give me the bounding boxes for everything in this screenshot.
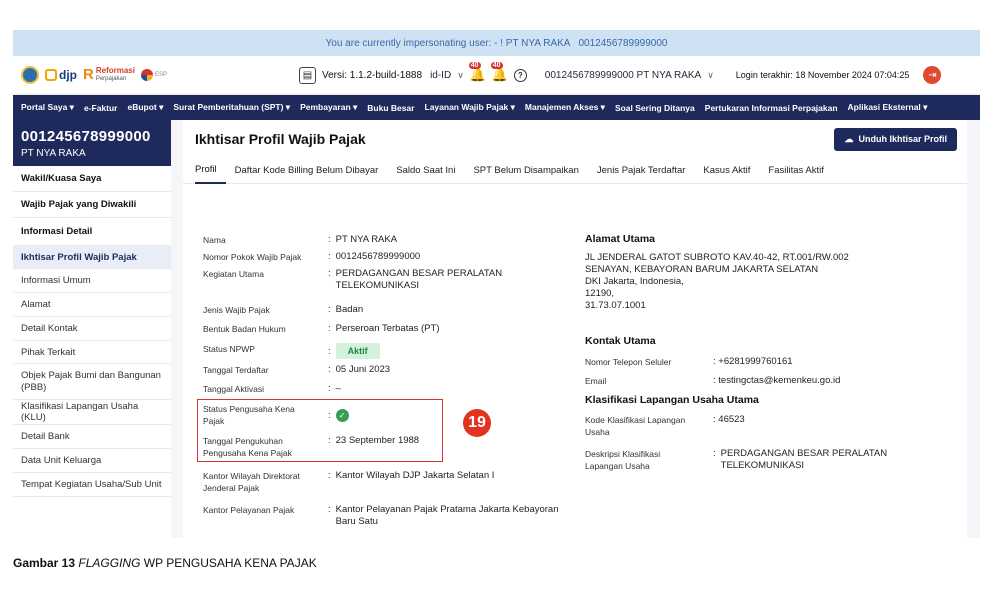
chevron-down-icon: ∨ <box>707 69 714 80</box>
field-klu-deskripsi: Deskripsi Klasifikasi Lapangan Usaha: PER… <box>585 448 888 471</box>
nav-buku-besar[interactable]: Buku Besar <box>367 103 414 113</box>
field-terdaftar: Tanggal Terdaftar:05 Juni 2023 <box>203 364 391 375</box>
field-klu-kode: Kode Klasifikasi Lapangan Usaha: 46523 <box>585 414 745 437</box>
help-icon[interactable]: ? <box>513 68 527 82</box>
impersonation-banner: You are currently impersonating user: - … <box>13 30 980 56</box>
status-badge: Aktif <box>335 343 380 359</box>
chevron-down-icon: ∨ <box>457 69 464 80</box>
notification-icon[interactable]: 🔔 40 <box>490 62 508 83</box>
nav-layanan[interactable]: Layanan Wajib Pajak ▾ <box>425 102 515 113</box>
annotation-number: 19 <box>463 409 491 437</box>
cloud-download-icon: ☁ <box>844 133 854 144</box>
logout-icon[interactable]: ⇥ <box>923 66 942 84</box>
main-nav: Portal Saya ▾ e-Faktur eBupot ▾ Surat Pe… <box>13 95 980 120</box>
page-title: Ikhtisar Profil Wajib Pajak <box>195 131 366 147</box>
tab-kode-billing[interactable]: Daftar Kode Billing Belum Dibayar <box>226 158 388 184</box>
logo-group: djp R Reformasi Perpajakan ESP <box>21 66 167 84</box>
tab-jenis-pajak[interactable]: Jenis Pajak Terdaftar <box>588 158 695 184</box>
field-nama: Nama: PT NYA RAKA <box>203 234 398 245</box>
field-kpp: Kantor Pelayanan Pajak: Kantor Pelayanan … <box>203 504 559 527</box>
tab-saldo[interactable]: Saldo Saat Ini <box>387 158 464 184</box>
nav-manajemen-akses[interactable]: Manajemen Akses ▾ <box>525 102 605 113</box>
sidebar-item-klu[interactable]: Klasifikasi Lapangan Usaha (KLU) <box>13 400 171 425</box>
sidebar-header: 001245678999000 PT NYA RAKA <box>13 120 171 166</box>
field-phone: Nomor Telepon Seluler: +6281999760161 <box>585 356 793 367</box>
field-kanwil: Kantor Wilayah Direktorat Jenderal Pajak… <box>203 470 495 493</box>
nav-ebupot[interactable]: eBupot ▾ <box>127 102 163 113</box>
field-aktivasi: Tanggal Aktivasi: – <box>203 383 341 394</box>
contact-title: Kontak Utama <box>585 335 656 347</box>
nav-faq[interactable]: Soal Sering Ditanya <box>615 103 695 113</box>
nav-portal-saya[interactable]: Portal Saya ▾ <box>21 102 74 113</box>
impersonation-text: You are currently impersonating user: - … <box>325 37 571 49</box>
field-jenis: Jenis Wajib Pajak: Badan <box>203 304 364 315</box>
sidebar-item-diwakili[interactable]: Wajib Pajak yang Diwakili <box>13 192 171 218</box>
sidebar-item-tempat-usaha[interactable]: Tempat Kegiatan Usaha/Sub Unit <box>13 473 171 497</box>
sidebar-item-pbb[interactable]: Objek Pajak Bumi dan Bangunan (PBB) <box>13 364 171 400</box>
tab-spt[interactable]: SPT Belum Disampaikan <box>464 158 587 184</box>
sidebar-item-informasi-detail[interactable]: Informasi Detail <box>13 218 171 246</box>
sidebar-item-informasi-umum[interactable]: Informasi Umum <box>13 269 171 293</box>
figure-caption: Gambar 13 FLAGGING WP PENGUSAHA KENA PAJ… <box>13 556 317 570</box>
field-kegiatan: Kegiatan Utama: PERDAGANGAN BESAR PERALAT… <box>203 268 503 291</box>
document-icon[interactable]: ▤ <box>298 66 316 84</box>
ministry-logo <box>21 66 39 84</box>
nav-aplikasi-eksternal[interactable]: Aplikasi Eksternal ▾ <box>848 102 928 113</box>
address-block: JL JENDERAL GATOT SUBROTO KAV.40-42, RT.… <box>585 252 849 311</box>
sidebar-item-detail-kontak[interactable]: Detail Kontak <box>13 317 171 341</box>
impersonation-npwp: 0012456789999000 <box>578 37 668 49</box>
sidebar-npwp: 001245678999000 <box>21 128 151 145</box>
field-npwp: Nomor Pokok Wajib Pajak:0012456789999000 <box>203 251 421 262</box>
sidebar-item-unit-keluarga[interactable]: Data Unit Keluarga <box>13 449 171 473</box>
field-bentuk: Bentuk Badan Hukum: Perseroan Terbatas (P… <box>203 323 440 334</box>
nav-e-faktur[interactable]: e-Faktur <box>84 103 118 113</box>
sidebar-item-pihak-terkait[interactable]: Pihak Terkait <box>13 341 171 364</box>
klu-title: Klasifikasi Lapangan Usaha Utama <box>585 394 759 406</box>
sidebar-item-detail-bank[interactable]: Detail Bank <box>13 425 171 449</box>
download-profile-button[interactable]: ☁ Unduh Ikhtisar Profil <box>834 127 957 151</box>
tab-fasilitas-aktif[interactable]: Fasilitas Aktif <box>759 158 832 184</box>
address-title: Alamat Utama <box>585 233 656 245</box>
taxpayer-select[interactable]: 0012456789999000 PT NYA RAKA ∨ <box>545 70 714 81</box>
field-status-npwp: Status NPWP: Aktif <box>203 343 563 359</box>
nav-pertukaran[interactable]: Pertukaran Informasi Perpajakan <box>705 103 838 113</box>
highlight-box <box>197 399 443 462</box>
nav-spt[interactable]: Surat Pemberitahuan (SPT) ▾ <box>173 102 290 113</box>
sidebar-item-ikhtisar[interactable]: Ikhtisar Profil Wajib Pajak <box>13 246 171 269</box>
field-email: Email: testingctas@kemenkeu.go.id <box>585 375 841 386</box>
bell-icon[interactable]: 🔔 40 <box>468 62 486 83</box>
top-bar: djp R Reformasi Perpajakan ESP ▤ Versi: 1.… <box>13 56 980 95</box>
reformasi-logo: R Reformasi Perpajakan <box>83 66 135 83</box>
djp-logo: djp <box>45 68 77 82</box>
last-login: Login terakhir: 18 November 2024 07:04:2… <box>735 70 910 80</box>
app-screen: You are currently impersonating user: - … <box>13 30 980 538</box>
sidebar-item-wakil[interactable]: Wakil/Kuasa Saya <box>13 166 171 192</box>
esp-logo: ESP <box>140 69 167 81</box>
nav-pembayaran[interactable]: Pembayaran ▾ <box>300 102 357 113</box>
tab-profil[interactable]: Profil <box>195 158 226 184</box>
tab-kasus-aktif[interactable]: Kasus Aktif <box>694 158 759 184</box>
language-select[interactable]: id-ID ∨ <box>430 70 464 81</box>
sidebar-name: PT NYA RAKA <box>21 148 86 159</box>
sidebar: 001245678999000 PT NYA RAKA Wakil/Kuasa … <box>13 120 171 538</box>
version-label: Versi: 1.1.2-build-1888 <box>321 69 423 81</box>
sidebar-item-alamat[interactable]: Alamat <box>13 293 171 317</box>
tab-bar: Profil Daftar Kode Billing Belum Dibayar… <box>183 158 967 184</box>
